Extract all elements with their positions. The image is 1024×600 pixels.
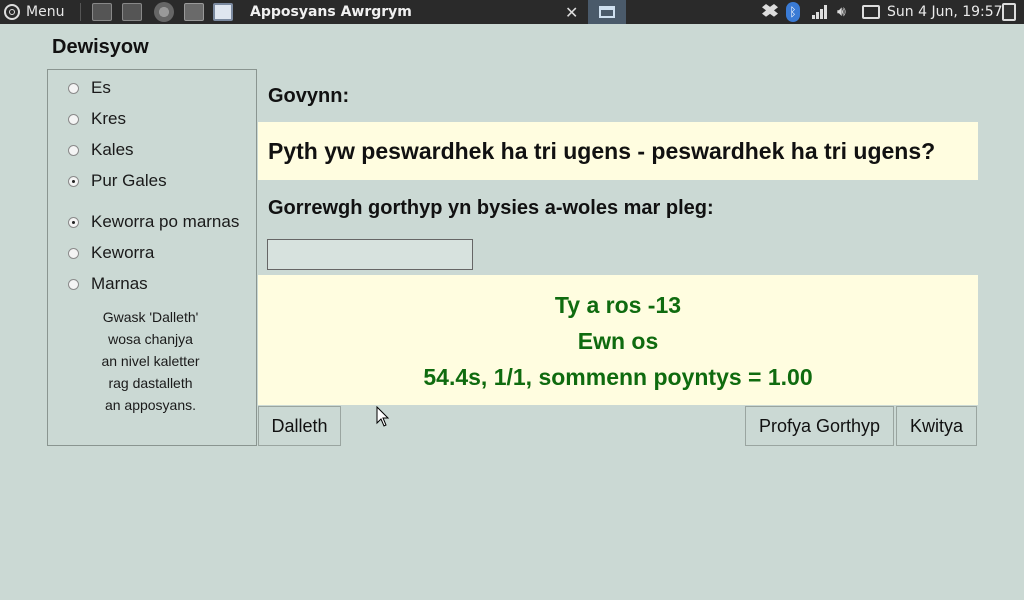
launcher-files[interactable] — [184, 0, 204, 24]
radio-label: Pur Gales — [91, 171, 167, 190]
battery-tray[interactable] — [862, 0, 880, 24]
answer-prompt: Gorrewgh gorthyp yn bysies a-woles mar p… — [268, 197, 714, 219]
question-label: Govynn: — [268, 85, 350, 107]
network-tray[interactable] — [812, 0, 828, 24]
radio-button[interactable] — [68, 247, 79, 259]
network-icon — [812, 5, 828, 19]
menu-logo-icon — [4, 4, 20, 20]
radio-difficulty-pur-gales[interactable]: Pur Gales — [68, 171, 167, 191]
feedback-score: 54.4s, 1/1, sommenn poyntys = 1.00 — [423, 364, 813, 390]
radio-button[interactable] — [68, 278, 79, 290]
answer-input[interactable] — [267, 239, 473, 270]
settings-panel: Es Kres Kales Pur Gales Keworra po marna… — [47, 69, 257, 446]
menu-label: Menu — [26, 4, 65, 20]
dropbox-tray[interactable] — [762, 0, 778, 24]
top-panel: Menu Apposyans Awrgrym ✕ ᛒ 🔊︎ Sun 4 Jun,… — [0, 0, 1024, 24]
radio-button[interactable] — [68, 144, 79, 156]
hint-line: an apposyans. — [104, 397, 197, 413]
menu-button[interactable]: Menu — [4, 0, 64, 24]
start-button[interactable]: Dalleth — [258, 406, 341, 446]
radio-label: Marnas — [91, 274, 148, 293]
radio-button[interactable] — [68, 175, 79, 187]
taskbar-window-title[interactable]: Apposyans Awrgrym — [250, 0, 412, 24]
dropbox-icon — [762, 4, 778, 17]
volume-tray[interactable]: 🔊︎ — [837, 0, 846, 24]
files-icon — [184, 3, 204, 21]
radio-range-keworra-po-marnas[interactable]: Keworra po marnas — [68, 212, 239, 232]
radio-difficulty-kales[interactable]: Kales — [68, 140, 134, 160]
radio-label: Kres — [91, 109, 126, 128]
mouse-pointer-icon — [376, 405, 390, 432]
radio-button[interactable] — [68, 216, 79, 228]
radio-difficulty-kres[interactable]: Kres — [68, 109, 126, 129]
bluetooth-icon: ᛒ — [786, 2, 800, 22]
question-text: Pyth yw peswardhek ha tri ugens - peswar… — [268, 137, 936, 164]
monitor-icon — [122, 3, 142, 21]
volume-icon: 🔊︎ — [837, 4, 846, 20]
window-icon — [599, 6, 615, 18]
launcher-monitor-1[interactable] — [92, 0, 112, 24]
radio-label: Es — [91, 78, 111, 97]
settings-title: Dewisyow — [52, 36, 149, 58]
clock[interactable]: Sun 4 Jun, 19:57 — [887, 0, 1003, 24]
panel-separator — [80, 0, 81, 24]
radio-button[interactable] — [68, 113, 79, 125]
battery-icon — [862, 5, 880, 19]
radio-difficulty-es[interactable]: Es — [68, 78, 111, 98]
browser-icon — [154, 2, 174, 22]
power-icon — [1002, 3, 1016, 21]
close-icon[interactable]: ✕ — [565, 0, 578, 24]
bluetooth-tray[interactable]: ᛒ — [786, 0, 800, 24]
monitor-icon — [92, 3, 112, 21]
launcher-monitor-2[interactable] — [122, 0, 142, 24]
settings-hint: Gwask 'Dalleth' wosa chanjya an nivel ka… — [48, 306, 253, 416]
radio-label: Keworra po marnas — [91, 212, 240, 231]
question-panel: Pyth yw peswardhek ha tri ugens - peswar… — [258, 122, 978, 180]
power-button[interactable] — [1002, 0, 1016, 24]
hint-line: an nivel kaletter — [101, 353, 200, 369]
launcher-browser[interactable] — [154, 0, 174, 24]
radio-label: Keworra — [91, 243, 155, 262]
radio-range-marnas[interactable]: Marnas — [68, 274, 148, 294]
quit-button[interactable]: Kwitya — [896, 406, 977, 446]
launcher-window[interactable] — [213, 0, 233, 24]
feedback-result: Ewn os — [577, 328, 659, 354]
check-answer-button[interactable]: Profya Gorthyp — [745, 406, 894, 446]
hint-line: rag dastalleth — [108, 375, 193, 391]
hint-line: wosa chanjya — [108, 331, 193, 347]
radio-range-keworra[interactable]: Keworra — [68, 243, 154, 263]
feedback-given-answer: Ty a ros -13 — [554, 292, 682, 318]
window-icon — [213, 3, 233, 21]
hint-line: Gwask 'Dalleth' — [102, 309, 199, 325]
radio-button[interactable] — [68, 82, 79, 94]
active-task-button[interactable] — [588, 0, 626, 24]
radio-label: Kales — [91, 140, 134, 159]
feedback-panel: Ty a ros -13 Ewn os 54.4s, 1/1, sommenn … — [258, 275, 978, 405]
